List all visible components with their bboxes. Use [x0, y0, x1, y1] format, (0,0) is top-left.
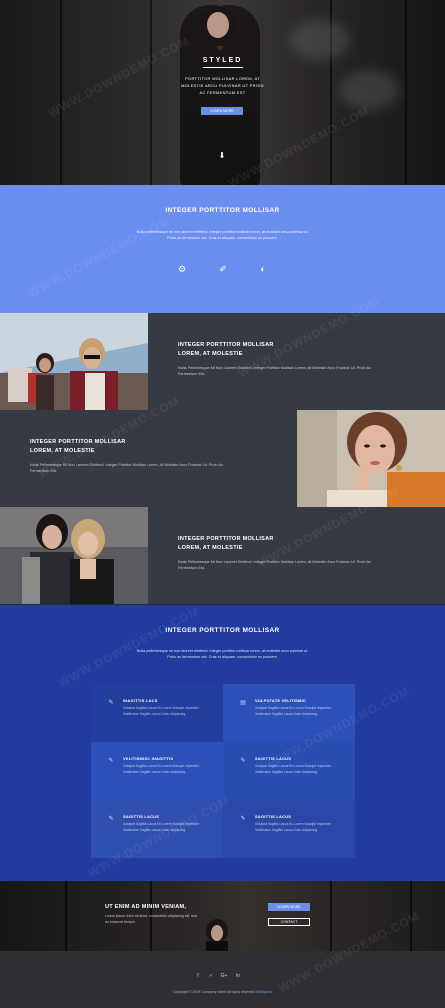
model-photo [206, 919, 228, 951]
site-logo[interactable]: STYLED [0, 57, 445, 64]
service-title: VULPUTATE VELITISMIC [255, 698, 306, 703]
service-card: ✎ SAGITTIS LACUS Volutpat Sagittis Lacus… [223, 742, 355, 800]
service-card: ✎ SAGITTIS LACUS Volutpat Sagittis Lacus… [91, 800, 223, 858]
light-reflection [340, 70, 400, 110]
row-3-text: Nulla Pellentesque Mi Non Laoreet Eleife… [178, 560, 371, 570]
service-text: Volutpat Sagittis Lacus Eu Lorem Suscipi… [255, 822, 331, 832]
service-card: ✎ VELITISMISC INAGITTIS Volutpat Sagitti… [91, 742, 223, 800]
pencil-icon: ✎ [240, 816, 246, 822]
service-text: Volutpat Sagittis Lacus Eu Lorem Suscipi… [123, 764, 199, 774]
model-face [207, 12, 229, 38]
footer-link[interactable]: W3layouts [256, 990, 272, 994]
gear-icon: ⚙ [177, 264, 187, 274]
row-1-text: Nulla Pellentesque Mi Non Laoreet Eleife… [178, 366, 371, 376]
service-title: SAGITTIS LACUS [255, 756, 292, 761]
fashion-photo-portrait [297, 410, 445, 507]
row-3-title-line-2: LOREM, AT MOLESTIE [178, 545, 243, 551]
light-reflection [290, 20, 350, 60]
intro-section [0, 185, 445, 313]
feature-row-3 [0, 507, 445, 604]
pencil-icon: ✎ [240, 758, 246, 764]
row-3-title-line-1: INTEGER PORTTITOR MOLLISAR [178, 536, 274, 542]
service-card: ✎ SAGITTIS LACUS Volutpat Sagittis Lacus… [223, 800, 355, 858]
feature-row-1 [0, 313, 445, 410]
service-title: VELITISMISC INAGITTIS [123, 756, 174, 761]
row-2-text: Nulla Pellentesque Mi Non Laoreet Eleife… [30, 463, 223, 473]
copyright-text: Copyright © 2019 Company name All rights… [172, 990, 255, 994]
window-frame [405, 0, 407, 185]
twitter-icon[interactable]: ✓ [207, 973, 215, 979]
doc-icon: ▤ [240, 700, 246, 706]
services-title: INTEGER PORTTITOR MOLLISAR [165, 627, 280, 634]
intro-text: Nulla pellentesque mi non laoreet eleife… [136, 230, 309, 240]
link-icon: ✐ [219, 264, 227, 274]
service-card: ✎ INAGITTIS LACS Volutpat Sagittis Lacus… [91, 684, 223, 742]
service-text: Volutpat Sagittis Lacus Eu Lorem Suscipi… [123, 822, 199, 832]
row-1-title-line-1: INTEGER PORTTITOR MOLLISAR [178, 342, 274, 348]
cta-text: Lorem ipsum dolor sit amet, consectetur … [105, 914, 197, 924]
pencil-icon: ✎ [108, 700, 114, 706]
cta-title: UT ENIM AD MINIM VENIAM, [105, 904, 187, 910]
google-plus-icon[interactable]: G+ [220, 973, 228, 979]
logo-underline [203, 67, 243, 68]
fashion-photo-duo [0, 507, 148, 604]
intro-title: INTEGER PORTTITOR MOLLISAR [165, 207, 280, 214]
service-text: Volutpat Sagittis Lacus Eu Lorem Suscipi… [255, 764, 331, 774]
copyright: Copyright © 2019 Company name All rights… [0, 990, 445, 994]
window-frame [330, 881, 332, 951]
window-frame [60, 0, 62, 185]
services-text: Nulla pellentesque mi non laoreet eleife… [136, 649, 309, 659]
window-frame [150, 0, 152, 185]
service-title: SAGITTIS LACUS [255, 814, 292, 819]
cta-banner [0, 881, 445, 951]
cta-learn-more-button[interactable]: LEARN MORE [268, 903, 310, 911]
row-2-title-line-2: LOREM, AT MOLESTIE [30, 448, 95, 454]
hero-tagline: PORTTITOR MOLLISAR LOREM, AT MOLESTIE AR… [181, 76, 264, 95]
window-frame [410, 881, 412, 951]
row-1-title-line-2: LOREM, AT MOLESTIE [178, 351, 243, 357]
fashion-photo-shopping [0, 313, 148, 410]
cta-contact-button[interactable]: CONTACT [268, 918, 310, 926]
chart-icon: ◐ [260, 264, 266, 274]
pencil-icon: ✎ [108, 758, 114, 764]
hero-learn-more-button[interactable]: LEARN MORE [201, 107, 243, 115]
service-text: Volutpat Sagittis Lacus Eu Lorem Suscipi… [123, 706, 199, 716]
service-title: SAGITTIS LACUS [123, 814, 160, 819]
arrow-down-icon[interactable]: ⬇ [217, 151, 227, 161]
service-card: ▤ VULPUTATE VELITISMIC Volutpat Sagittis… [223, 684, 355, 742]
footer [0, 951, 445, 1008]
feature-row-2 [0, 410, 445, 507]
row-2-title-line-1: INTEGER PORTTITOR MOLLISAR [30, 439, 126, 445]
pencil-icon: ✎ [108, 816, 114, 822]
service-title: INAGITTIS LACS [123, 698, 158, 703]
facebook-icon[interactable]: f [194, 973, 202, 979]
linkedin-icon[interactable]: in [234, 973, 242, 979]
window-frame [65, 881, 67, 951]
service-text: Volutpat Sagittis Lacus Eu Lorem Suscipi… [255, 706, 331, 716]
